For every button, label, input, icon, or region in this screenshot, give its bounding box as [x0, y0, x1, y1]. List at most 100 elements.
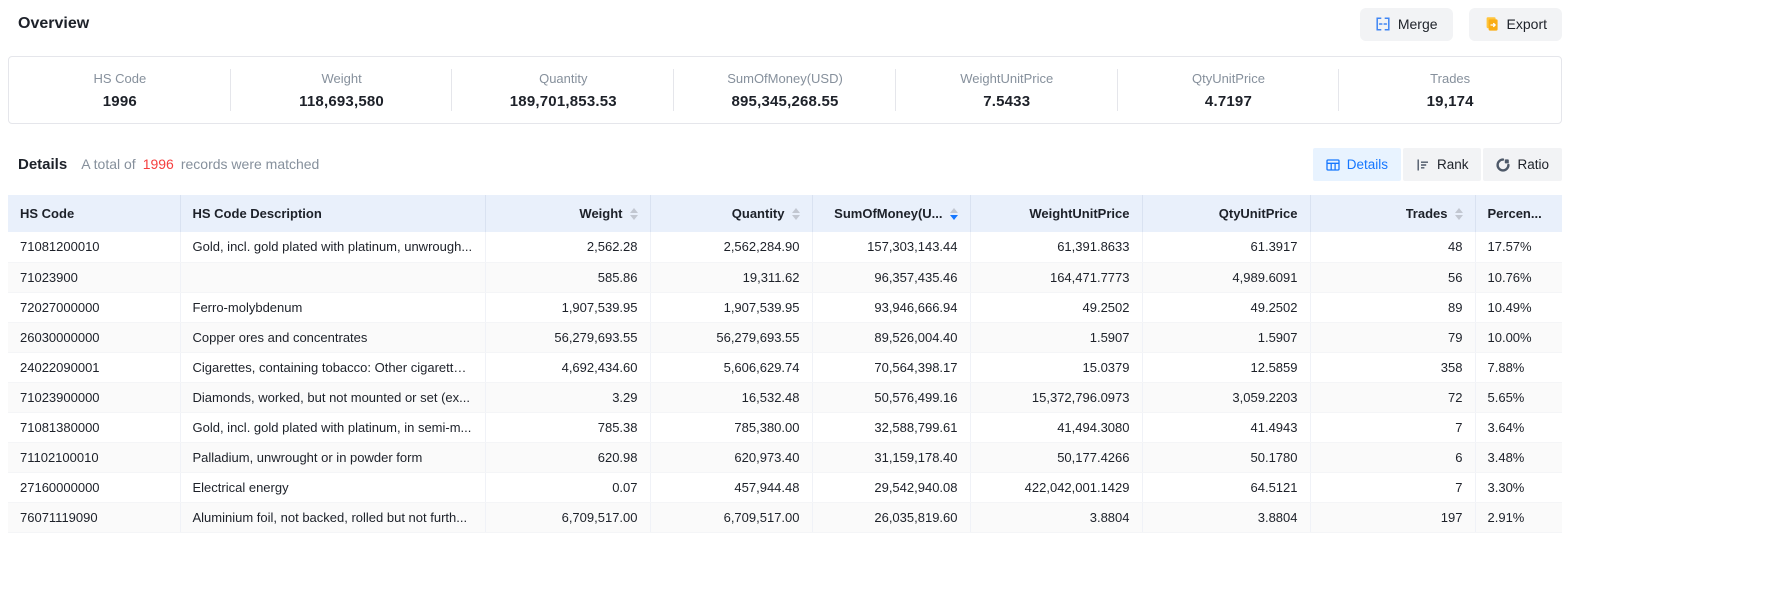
cell-weight-unit-price: 164,471.7773: [970, 262, 1142, 292]
cell-hs-code: 27160000000: [8, 472, 180, 502]
summary-prefix: A total of: [81, 156, 135, 172]
cell-percent: 3.64%: [1475, 412, 1562, 442]
column-header-weight[interactable]: Weight: [485, 195, 650, 232]
cell-description: Electrical energy: [180, 472, 485, 502]
stat-value: 118,693,580: [231, 93, 453, 110]
cell-weight: 3.29: [485, 382, 650, 412]
cell-description: Ferro-molybdenum: [180, 292, 485, 322]
tab-rank-label: Rank: [1437, 157, 1469, 172]
top-bar: Overview Merge: [8, 0, 1562, 46]
cell-weight-unit-price: 422,042,001.1429: [970, 472, 1142, 502]
cell-description: Aluminium foil, not backed, rolled but n…: [180, 502, 485, 532]
stat-quantity: Quantity 189,701,853.53: [452, 71, 674, 110]
cell-hs-code: 72027000000: [8, 292, 180, 322]
export-button-label: Export: [1507, 16, 1547, 32]
tab-details[interactable]: Details: [1313, 148, 1401, 181]
stat-label: WeightUnitPrice: [896, 71, 1118, 86]
table-row: 71081200010 Gold, incl. gold plated with…: [8, 232, 1562, 262]
export-icon: [1484, 16, 1500, 32]
column-header-quantity[interactable]: Quantity: [650, 195, 812, 232]
cell-sum-of-money: 157,303,143.44: [812, 232, 970, 262]
cell-trades: 89: [1310, 292, 1475, 322]
cell-sum-of-money: 26,035,819.60: [812, 502, 970, 532]
table-header: HS Code HS Code Description Weight Quant…: [8, 195, 1562, 232]
cell-qty-unit-price: 49.2502: [1142, 292, 1310, 322]
merge-icon: [1375, 16, 1391, 32]
merge-button[interactable]: Merge: [1360, 8, 1453, 41]
sort-icon-weight[interactable]: [630, 208, 638, 220]
view-switcher: Details Rank Ratio: [1313, 148, 1562, 181]
cell-trades: 48: [1310, 232, 1475, 262]
cell-quantity: 6,709,517.00: [650, 502, 812, 532]
cell-weight: 6,709,517.00: [485, 502, 650, 532]
cell-description: Gold, incl. gold plated with platinum, u…: [180, 232, 485, 262]
cell-quantity: 16,532.48: [650, 382, 812, 412]
cell-weight-unit-price: 15.0379: [970, 352, 1142, 382]
column-header-trades[interactable]: Trades: [1310, 195, 1475, 232]
cell-sum-of-money: 31,159,178.40: [812, 442, 970, 472]
cell-weight-unit-price: 41,494.3080: [970, 412, 1142, 442]
cell-hs-code: 76071119090: [8, 502, 180, 532]
cell-quantity: 2,562,284.90: [650, 232, 812, 262]
column-header-description: HS Code Description: [180, 195, 485, 232]
cell-quantity: 1,907,539.95: [650, 292, 812, 322]
cell-percent: 10.00%: [1475, 322, 1562, 352]
cell-percent: 5.65%: [1475, 382, 1562, 412]
details-summary: A total of1996records were matched: [81, 156, 319, 172]
sort-icon-quantity[interactable]: [792, 208, 800, 220]
cell-sum-of-money: 50,576,499.16: [812, 382, 970, 412]
cell-weight: 4,692,434.60: [485, 352, 650, 382]
tab-ratio-label: Ratio: [1517, 157, 1549, 172]
cell-qty-unit-price: 64.5121: [1142, 472, 1310, 502]
sort-icon-trades[interactable]: [1455, 208, 1463, 220]
export-button[interactable]: Export: [1469, 8, 1562, 41]
cell-percent: 17.57%: [1475, 232, 1562, 262]
cell-weight: 585.86: [485, 262, 650, 292]
cell-description: [180, 262, 485, 292]
column-header-hs-code: HS Code: [8, 195, 180, 232]
table-row: 71023900 585.86 19,311.62 96,357,435.46 …: [8, 262, 1562, 292]
table-icon: [1326, 158, 1340, 172]
stat-hs-code: HS Code 1996: [9, 71, 231, 110]
details-heading: Details A total of1996records were match…: [18, 156, 319, 173]
cell-qty-unit-price: 1.5907: [1142, 322, 1310, 352]
cell-description: Copper ores and concentrates: [180, 322, 485, 352]
cell-hs-code: 24022090001: [8, 352, 180, 382]
merge-button-label: Merge: [1398, 16, 1438, 32]
cell-qty-unit-price: 4,989.6091: [1142, 262, 1310, 292]
column-header-sum-of-money[interactable]: SumOfMoney(U...: [812, 195, 970, 232]
cell-quantity: 19,311.62: [650, 262, 812, 292]
stat-value: 895,345,268.55: [674, 93, 896, 110]
cell-quantity: 620,973.40: [650, 442, 812, 472]
sort-icon-sum-of-money[interactable]: [950, 208, 958, 220]
details-title: Details: [18, 156, 67, 173]
table-row: 71081380000 Gold, incl. gold plated with…: [8, 412, 1562, 442]
cell-weight-unit-price: 61,391.8633: [970, 232, 1142, 262]
cell-sum-of-money: 32,588,799.61: [812, 412, 970, 442]
details-bar: Details A total of1996records were match…: [8, 148, 1562, 181]
tab-details-label: Details: [1347, 157, 1388, 172]
cell-hs-code: 71102100010: [8, 442, 180, 472]
cell-weight: 1,907,539.95: [485, 292, 650, 322]
stat-label: HS Code: [9, 71, 231, 86]
cell-sum-of-money: 70,564,398.17: [812, 352, 970, 382]
tab-rank[interactable]: Rank: [1403, 148, 1482, 181]
cell-weight-unit-price: 50,177.4266: [970, 442, 1142, 472]
tab-ratio[interactable]: Ratio: [1483, 148, 1562, 181]
table-row: 71023900000 Diamonds, worked, but not mo…: [8, 382, 1562, 412]
cell-weight: 0.07: [485, 472, 650, 502]
cell-weight: 2,562.28: [485, 232, 650, 262]
table-row: 71102100010 Palladium, unwrought or in p…: [8, 442, 1562, 472]
details-table: HS Code HS Code Description Weight Quant…: [8, 195, 1562, 533]
cell-trades: 72: [1310, 382, 1475, 412]
overview-stats-card: HS Code 1996 Weight 118,693,580 Quantity…: [8, 56, 1562, 124]
cell-qty-unit-price: 3.8804: [1142, 502, 1310, 532]
page-content: Overview Merge: [8, 0, 1562, 533]
stat-sum-of-money: SumOfMoney(USD) 895,345,268.55: [674, 71, 896, 110]
cell-description: Diamonds, worked, but not mounted or set…: [180, 382, 485, 412]
cell-trades: 7: [1310, 472, 1475, 502]
table-row: 72027000000 Ferro-molybdenum 1,907,539.9…: [8, 292, 1562, 322]
cell-hs-code: 71081200010: [8, 232, 180, 262]
matched-count: 1996: [143, 156, 174, 172]
cell-description: Palladium, unwrought or in powder form: [180, 442, 485, 472]
